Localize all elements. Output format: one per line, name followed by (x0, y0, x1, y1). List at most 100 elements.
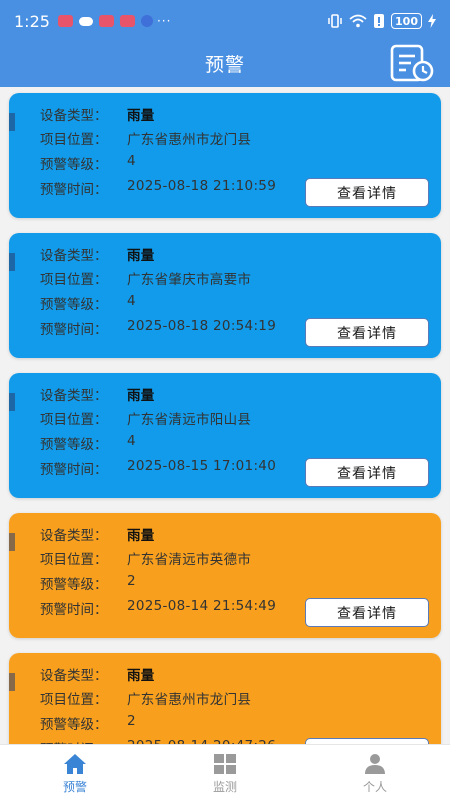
top-app-bar: 1:25 ··· 100 预警 (0, 0, 450, 87)
device-type-value: 雨量 (127, 388, 155, 404)
card-accent-bar (9, 253, 15, 271)
project-location-label: 项目位置： (40, 132, 108, 148)
device-type-value: 雨量 (127, 248, 155, 264)
person-icon (365, 754, 385, 774)
warning-list[interactable]: 设备类型： 雨量 项目位置： 广东省惠州市龙门县 预警等级： 4 预警时间： 2025-08-… (0, 87, 450, 744)
project-location-label: 项目位置： (40, 412, 108, 428)
home-icon (64, 754, 86, 774)
warning-card[interactable]: 设备类型：雨量项目位置：广东省惠州市龙门县预警等级：2预警时间：2025-08-… (9, 653, 441, 744)
warning-time-row: 预警时间： 2025-08-18 21:10:59 (40, 178, 276, 198)
warning-time-label: 预警时间： (40, 602, 108, 618)
warning-level-label: 预警等级： (40, 297, 108, 313)
device-type-value: 雨量 (127, 108, 155, 124)
warning-card[interactable]: 设备类型： 雨量项目位置： 广东省惠州市龙门县预警等级： 4 预警时间： 2025-08-… (9, 93, 441, 218)
page-title: 预警 (204, 54, 245, 76)
project-location-value: 广东省清远市阳山县 (127, 412, 252, 428)
project-location-value: 广东省惠州市龙门县 (127, 132, 252, 148)
project-location-row: 项目位置： 广东省清远市阳山县 (40, 408, 251, 428)
device-type-value: 雨量 (127, 528, 155, 544)
tab-warning[interactable]: 预警 (0, 745, 150, 800)
warning-time-value: 2025-08-14 21:54:49 (127, 598, 277, 614)
device-type-row: 设备类型： 雨量 (40, 104, 155, 124)
history-report-icon[interactable] (390, 44, 434, 82)
warning-card[interactable]: 设备类型： 雨量项目位置： 广东省清远市阳山县预警等级： 4 预警时间： 2025-08-… (9, 373, 441, 498)
project-location-value: 广东省肇庆市高要市 (127, 272, 252, 288)
device-type-row: 设备类型： 雨量 (40, 244, 155, 264)
warning-level-value: 4 (127, 433, 136, 449)
warning-level-value: 4 (127, 293, 136, 309)
view-details-button[interactable]: 查看详情 (305, 318, 429, 347)
bottom-tab-bar: 预警 监测 个人 (0, 744, 450, 800)
cloud-notification-icon (78, 16, 93, 26)
warning-time-row: 预警时间： 2025-08-14 21:54:49 (40, 598, 276, 618)
warning-level-row: 预警等级： 4 (40, 293, 136, 313)
app-notification-icon (57, 15, 73, 27)
view-details-button[interactable]: 查看详情 (305, 178, 429, 207)
app-notification-icon (140, 15, 153, 27)
tab-monitor[interactable]: 监测 (150, 745, 300, 800)
project-location-label: 项目位置： (40, 692, 108, 708)
project-location-row: 项目位置： 广东省惠州市龙门县 (40, 688, 251, 708)
warning-time-value: 2025-08-15 17:01:40 (127, 458, 277, 474)
warning-time-value: 2025-08-18 21:10:59 (127, 178, 277, 194)
device-type-label: 设备类型： (40, 528, 108, 544)
charging-icon (428, 14, 436, 28)
warning-time-row: 预警时间： 2025-08-15 17:01:40 (40, 458, 276, 478)
card-accent-bar (9, 533, 15, 551)
warning-level-row: 预警等级： 4 (40, 153, 136, 173)
warning-time-label: 预警时间： (40, 462, 108, 478)
device-type-label: 设备类型： (40, 668, 108, 684)
tab-label: 预警 (62, 780, 87, 794)
warning-level-row: 预警等级： 2 (40, 713, 136, 733)
view-details-button[interactable]: 查看详情 (305, 458, 429, 487)
warning-card[interactable]: 设备类型： 雨量项目位置： 广东省清远市英德市预警等级： 2 预警时间： 2025-08-… (9, 513, 441, 638)
warning-level-row: 预警等级： 4 (40, 433, 136, 453)
alert-icon (374, 14, 385, 28)
app-notification-icon (98, 15, 114, 27)
warning-level-row: 预警等级： 2 (40, 573, 136, 593)
app-notification-icon (119, 15, 135, 27)
card-accent-bar (9, 393, 15, 411)
tab-personal[interactable]: 个人 (300, 745, 450, 800)
warning-level-label: 预警等级： (40, 577, 108, 593)
card-accent-bar (9, 673, 15, 691)
tab-label: 个人 (362, 780, 387, 794)
device-type-label: 设备类型： (40, 388, 108, 404)
project-location-label: 项目位置： (40, 552, 108, 568)
grid-icon (214, 754, 236, 774)
vibrate-icon (328, 14, 342, 28)
status-time: 1:25 (14, 11, 50, 31)
warning-time-value: 2025-08-18 20:54:19 (127, 318, 277, 334)
device-type-row: 设备类型： 雨量 (40, 384, 155, 404)
warning-time-label: 预警时间： (40, 322, 108, 338)
status-bar: 1:25 ··· 100 (0, 0, 450, 42)
device-type-row: 设备类型： 雨量 (40, 524, 155, 544)
view-details-button[interactable]: 查看详情 (305, 598, 429, 627)
warning-card[interactable]: 设备类型： 雨量项目位置： 广东省肇庆市高要市预警等级： 4 预警时间： 2025-08-… (9, 233, 441, 358)
device-type-row: 设备类型： 雨量 (40, 664, 155, 684)
warning-level-value: 2 (127, 573, 136, 589)
project-location-row: 项目位置： 广东省惠州市龙门县 (40, 128, 251, 148)
warning-time-label: 预警时间： (40, 182, 108, 198)
warning-level-label: 预警等级： (40, 717, 108, 733)
project-location-value: 广东省惠州市龙门县 (127, 692, 252, 708)
device-type-label: 设备类型： (40, 108, 108, 124)
tab-label: 监测 (212, 780, 237, 794)
project-location-value: 广东省清远市英德市 (127, 552, 252, 568)
warning-level-value: 2 (127, 713, 136, 729)
project-location-row: 项目位置： 广东省肇庆市高要市 (40, 268, 251, 288)
warning-level-label: 预警等级： (40, 437, 108, 453)
device-type-value: 雨量 (127, 668, 155, 684)
project-location-row: 项目位置： 广东省清远市英德市 (40, 548, 251, 568)
battery-indicator: 100 (391, 13, 422, 29)
more-notifications: ··· (156, 14, 172, 28)
wifi-icon (349, 14, 367, 28)
device-type-label: 设备类型： (40, 248, 108, 264)
warning-level-value: 4 (127, 153, 136, 169)
notification-icons (57, 15, 153, 27)
card-accent-bar (9, 113, 15, 131)
system-indicators: 100 (327, 13, 436, 29)
warning-level-label: 预警等级： (40, 157, 108, 173)
project-location-label: 项目位置： (40, 272, 108, 288)
warning-time-row: 预警时间： 2025-08-18 20:54:19 (40, 318, 276, 338)
